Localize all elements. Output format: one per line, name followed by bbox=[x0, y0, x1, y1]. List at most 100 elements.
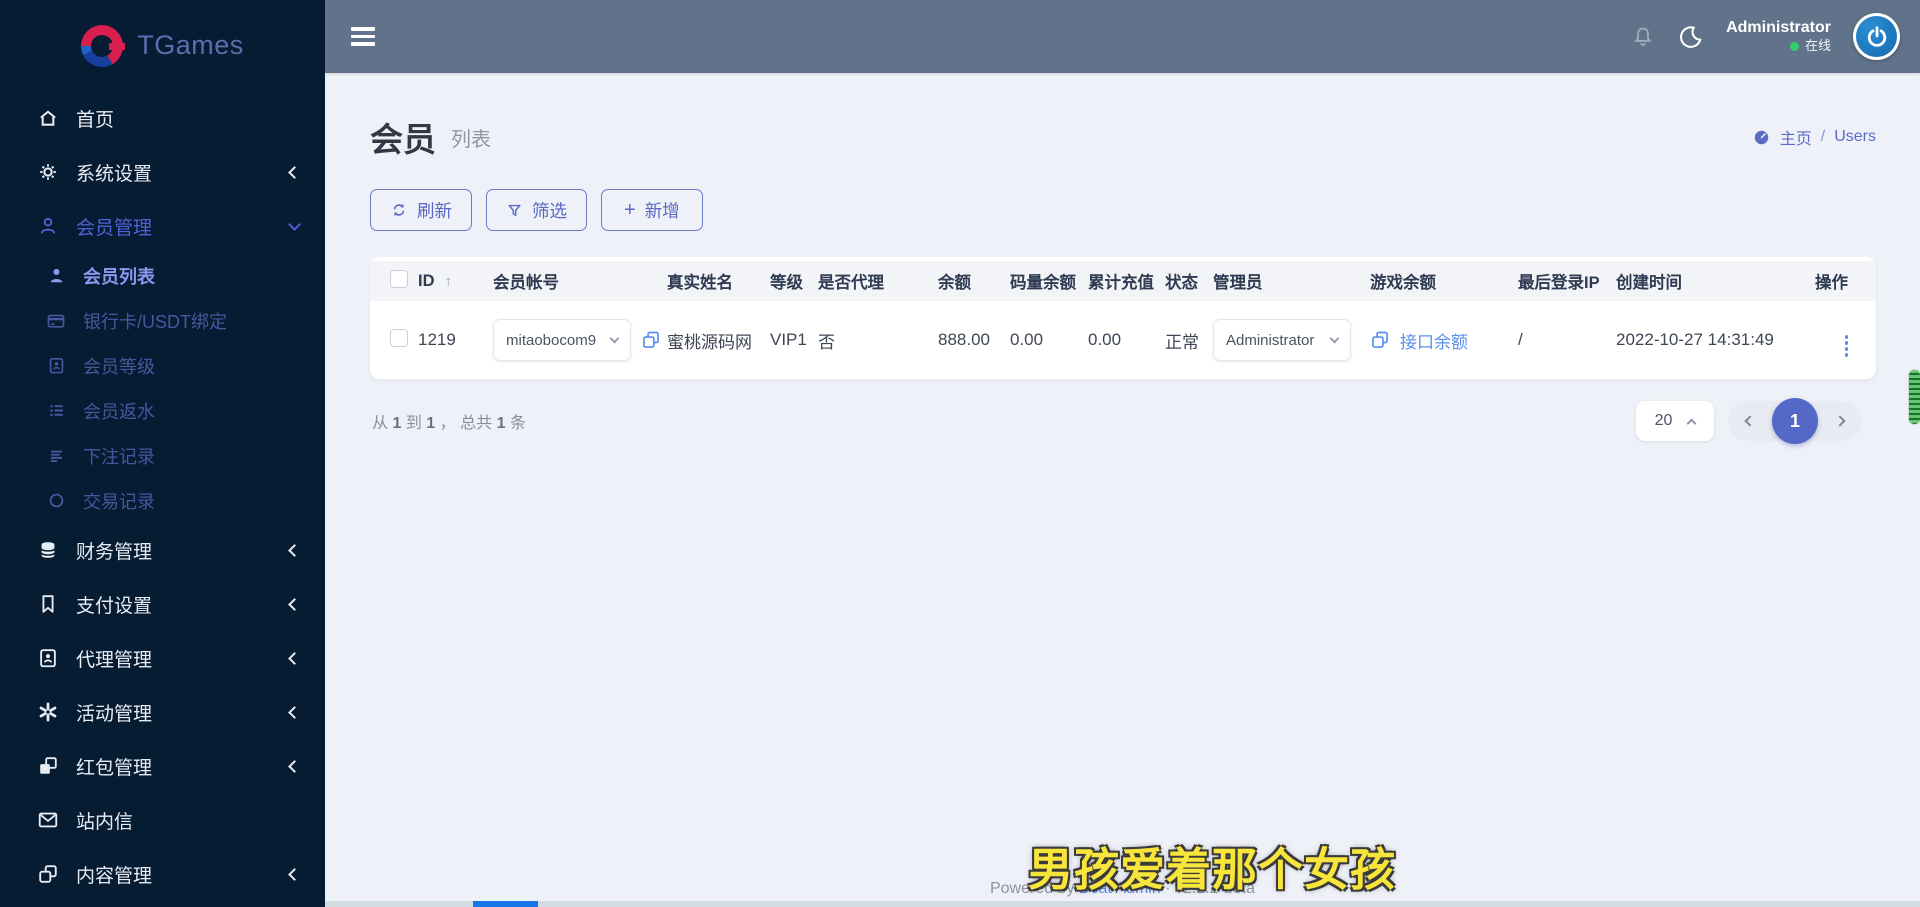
sidebar: TGames 首页 系统设置 会员管理 会员列表 银行卡/USDT绑定 会员等级… bbox=[0, 0, 325, 907]
pagination-row: 从 1 到 1 ， 总共 1 条 20 1 bbox=[370, 398, 1876, 444]
filter-button[interactable]: 筛选 bbox=[486, 189, 587, 231]
user-solid-icon bbox=[46, 266, 66, 285]
clone-icon bbox=[36, 863, 60, 885]
cell-balance: 888.00 bbox=[938, 330, 990, 349]
cell-last-login-ip: / bbox=[1518, 330, 1523, 349]
cell-code-balance: 0.00 bbox=[1010, 330, 1044, 349]
sidebar-item-bet-records[interactable]: 下注记录 bbox=[0, 433, 325, 478]
burst-icon bbox=[36, 701, 60, 723]
col-total-deposit: 累计充值 bbox=[1088, 274, 1154, 292]
home-icon bbox=[36, 107, 60, 129]
avatar[interactable] bbox=[1853, 13, 1900, 60]
refresh-icon bbox=[393, 203, 405, 217]
chevron-left-icon bbox=[288, 867, 301, 881]
horizontal-scrollbar-thumb[interactable] bbox=[473, 901, 538, 907]
chevron-up-icon bbox=[1686, 418, 1697, 428]
sidebar-item-system-settings[interactable]: 系统设置 bbox=[0, 145, 325, 199]
chevron-left-icon bbox=[288, 705, 301, 719]
sidebar-item-redpacket-management[interactable]: 红包管理 bbox=[0, 739, 325, 793]
select-all-checkbox[interactable] bbox=[390, 269, 408, 288]
filter-funnel-icon bbox=[508, 204, 521, 216]
col-admin: 管理员 bbox=[1213, 274, 1263, 292]
power-logo-icon bbox=[1856, 16, 1897, 57]
hamburger-menu-icon[interactable] bbox=[351, 27, 375, 46]
api-balance-link[interactable]: 接口余额 bbox=[1400, 328, 1468, 353]
current-page-button[interactable]: 1 bbox=[1772, 398, 1818, 444]
copy-icon[interactable] bbox=[641, 330, 661, 350]
row-checkbox[interactable] bbox=[390, 328, 408, 347]
chevron-left-icon bbox=[288, 597, 301, 611]
logo-text: TGames bbox=[137, 30, 244, 60]
credit-card-icon bbox=[46, 311, 66, 331]
sidebar-item-site-mail[interactable]: 站内信 bbox=[0, 793, 325, 847]
sidebar-item-member-level[interactable]: 会员等级 bbox=[0, 343, 325, 388]
logo[interactable]: TGames bbox=[0, 0, 325, 91]
col-is-agent: 是否代理 bbox=[818, 274, 884, 292]
sidebar-item-content-management[interactable]: 内容管理 bbox=[0, 847, 325, 901]
col-game-balance: 游戏余额 bbox=[1370, 274, 1436, 292]
members-table-card: ID ↑ 会员帐号 真实姓名 等级 是否代理 余额 码量余额 累计充值 状态 管理… bbox=[370, 257, 1876, 379]
clone-solid-icon bbox=[36, 755, 60, 777]
sidebar-item-member-rebate[interactable]: 会员返水 bbox=[0, 388, 325, 433]
col-real-name: 真实姓名 bbox=[667, 274, 733, 292]
breadcrumb-home-link[interactable]: 主页 bbox=[1780, 125, 1812, 149]
add-button[interactable]: + 新增 bbox=[601, 189, 703, 231]
user-menu[interactable]: Administrator 在线 bbox=[1726, 18, 1831, 54]
page-head: 会员 列表 主页 / Users bbox=[370, 73, 1876, 161]
top-header: Administrator 在线 bbox=[325, 0, 1920, 73]
horizontal-scrollbar-track[interactable] bbox=[325, 901, 1920, 907]
prev-page-button[interactable] bbox=[1744, 415, 1756, 427]
chevron-down-icon bbox=[288, 217, 301, 231]
sidebar-item-bankcard-usdt[interactable]: 银行卡/USDT绑定 bbox=[0, 298, 325, 343]
cell-status: 正常 bbox=[1165, 332, 1199, 352]
chevron-left-icon bbox=[288, 543, 301, 557]
cell-id: 1219 bbox=[418, 330, 456, 349]
col-status: 状态 bbox=[1165, 274, 1198, 292]
main-content: 会员 列表 主页 / Users 刷新 筛选 + 新增 ID ↑ 会员帐号 真实… bbox=[325, 73, 1920, 907]
vertical-scrollbar-thumb[interactable] bbox=[1909, 370, 1920, 424]
cell-created-at: 2022-10-27 14:31:49 bbox=[1616, 330, 1774, 349]
online-status-label: 在线 bbox=[1804, 38, 1831, 54]
pager: 1 bbox=[1728, 398, 1862, 444]
per-page-select[interactable]: 20 bbox=[1636, 401, 1714, 441]
sidebar-item-transaction-records[interactable]: 交易记录 bbox=[0, 478, 325, 523]
cell-level: VIP1 bbox=[770, 330, 807, 349]
bell-icon[interactable] bbox=[1630, 24, 1656, 50]
cell-is-agent: 否 bbox=[818, 332, 835, 352]
sidebar-item-home[interactable]: 首页 bbox=[0, 91, 325, 145]
chevron-left-icon bbox=[288, 759, 301, 773]
refresh-button[interactable]: 刷新 bbox=[370, 189, 472, 231]
user-name: Administrator bbox=[1726, 19, 1831, 37]
id-card-icon bbox=[36, 647, 60, 669]
sidebar-item-finance-management[interactable]: 财务管理 bbox=[0, 523, 325, 577]
sidebar-item-member-list[interactable]: 会员列表 bbox=[0, 253, 325, 298]
pagination-summary: 从 1 到 1 ， 总共 1 条 bbox=[372, 415, 526, 432]
copy-icon[interactable] bbox=[1370, 330, 1390, 350]
breadcrumb-current: Users bbox=[1834, 128, 1876, 145]
sidebar-item-payment-settings[interactable]: 支付设置 bbox=[0, 577, 325, 631]
user-icon bbox=[36, 215, 60, 237]
sidebar-item-member-management[interactable]: 会员管理 bbox=[0, 199, 325, 253]
col-balance: 余额 bbox=[938, 274, 971, 292]
sidebar-item-agent-management[interactable]: 代理管理 bbox=[0, 631, 325, 685]
dark-mode-moon-icon[interactable] bbox=[1678, 24, 1704, 50]
align-lines-icon bbox=[46, 446, 66, 465]
envelope-icon bbox=[36, 809, 60, 831]
admin-select[interactable]: Administrator bbox=[1213, 319, 1351, 361]
col-id: ID ↑ bbox=[418, 271, 453, 290]
sidebar-item-activity-management[interactable]: 活动管理 bbox=[0, 685, 325, 739]
col-code-balance: 码量余额 bbox=[1010, 274, 1076, 292]
account-select[interactable]: mitaobocom9 bbox=[493, 319, 631, 361]
cell-total-deposit: 0.00 bbox=[1088, 330, 1122, 349]
sort-asc-icon[interactable]: ↑ bbox=[445, 273, 453, 290]
next-page-button[interactable] bbox=[1834, 415, 1846, 427]
video-subtitle-overlay: 男孩爱着那个女孩 bbox=[1027, 844, 1397, 895]
chevron-down-icon bbox=[609, 333, 620, 343]
cell-game-balance: 接口余额 bbox=[1370, 301, 1518, 379]
logo-icon bbox=[81, 24, 126, 67]
breadcrumb-separator: / bbox=[1820, 128, 1826, 145]
chevron-down-icon bbox=[1329, 333, 1340, 343]
more-actions-icon[interactable] bbox=[1844, 335, 1848, 357]
col-level: 等级 bbox=[770, 274, 803, 292]
col-created-at: 创建时间 bbox=[1616, 274, 1682, 292]
